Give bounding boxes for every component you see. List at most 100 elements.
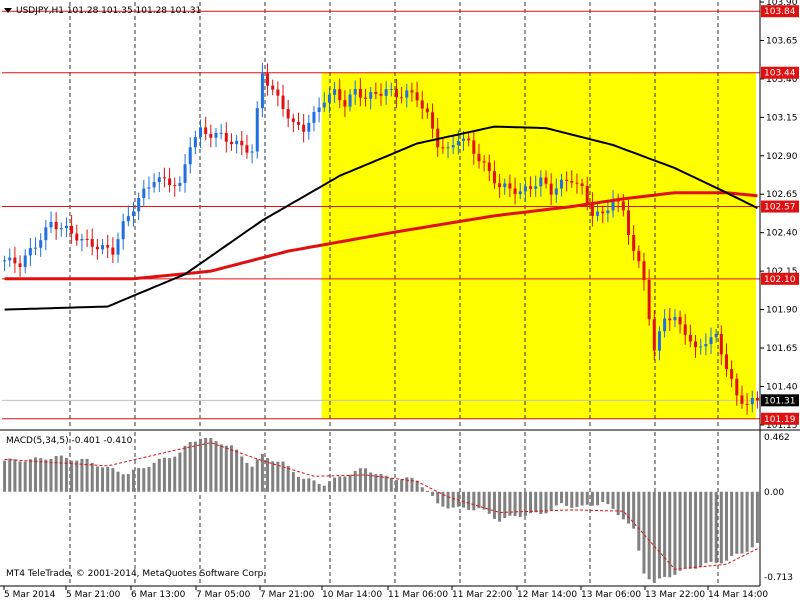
candle-body: [101, 245, 105, 250]
candle-body: [18, 263, 22, 268]
macd-bar: [327, 481, 331, 492]
candle-body: [394, 89, 398, 98]
candle-body: [235, 140, 239, 145]
candle-body: [168, 178, 172, 186]
macd-bar: [209, 438, 213, 492]
macd-bar: [565, 491, 569, 506]
candle-body: [188, 147, 192, 165]
candle-body: [358, 88, 362, 98]
macd-bar: [611, 491, 615, 509]
macd-y-label: 0.462: [764, 433, 790, 443]
candle-body: [719, 333, 723, 355]
candle-body: [59, 228, 63, 230]
candle-body: [735, 378, 739, 396]
candle-body: [740, 395, 744, 404]
candle-body: [13, 257, 17, 264]
candle-body: [302, 124, 306, 132]
candle-body: [307, 122, 311, 132]
x-tick-label: 11 Mar 06:00: [388, 590, 448, 600]
macd-bar: [590, 491, 594, 506]
candle-body: [699, 346, 703, 348]
macd-bar: [632, 491, 636, 529]
triangle-down-icon[interactable]: [4, 8, 12, 13]
candle-body: [343, 100, 347, 107]
macd-bar: [425, 490, 429, 492]
macd-bar: [131, 469, 135, 492]
macd-bar: [472, 491, 476, 511]
candle-body: [627, 210, 631, 235]
macd-bar: [307, 478, 311, 492]
macd-bar: [111, 468, 115, 492]
macd-bar: [492, 491, 496, 519]
x-tick-label: 5 Mar 21:00: [66, 590, 121, 600]
candle-body: [642, 261, 646, 281]
candle-body: [240, 140, 244, 146]
macd-bar: [616, 491, 620, 516]
candle-body: [523, 186, 527, 192]
macd-bar: [724, 491, 728, 561]
macd-bar: [90, 462, 94, 492]
macd-bar: [302, 478, 306, 492]
y-tick-label: 102.90: [766, 152, 798, 162]
candle-body: [503, 183, 507, 188]
candle-body: [601, 211, 605, 214]
macd-bar: [596, 491, 600, 506]
candle-body: [714, 333, 718, 338]
macd-bar: [157, 458, 161, 492]
candle-body: [8, 257, 12, 261]
candle-body: [28, 248, 32, 256]
candle-body: [224, 132, 228, 142]
candle-body: [85, 238, 89, 240]
macd-bar: [333, 477, 337, 492]
candle-body: [559, 179, 563, 189]
x-tick-label: 6 Mar 13:00: [131, 590, 186, 600]
macd-bar: [8, 458, 12, 492]
candle-body: [183, 164, 187, 183]
macd-bar: [152, 462, 156, 492]
macd-bar: [410, 477, 414, 492]
candle-body: [472, 140, 476, 154]
macd-bar: [405, 477, 409, 492]
macd-bar: [204, 437, 208, 492]
candle-body: [456, 140, 460, 146]
x-tick-label: 11 Mar 22:00: [452, 590, 512, 600]
macd-bar: [503, 491, 507, 519]
macd-bar: [513, 491, 517, 517]
candle-body: [23, 255, 27, 268]
x-tick-label: 12 Mar 14:00: [517, 590, 577, 600]
candle-body: [214, 132, 218, 138]
candle-body: [70, 225, 74, 234]
macd-bar: [570, 491, 574, 508]
candle-body: [694, 341, 698, 348]
trading-chart[interactable]: 103.90103.65103.40103.15102.90102.65102.…: [0, 0, 800, 600]
candle-body: [668, 318, 672, 321]
macd-bar: [487, 491, 491, 514]
macd-bar: [18, 461, 22, 492]
candle-body: [575, 182, 579, 184]
highlight-zone: [321, 72, 756, 419]
candle-body: [204, 127, 208, 134]
macd-bar: [276, 461, 280, 492]
y-tick-label: 101.40: [766, 382, 798, 392]
candle-body: [369, 92, 373, 99]
macd-bar: [260, 453, 264, 492]
macd-bar: [699, 491, 703, 567]
macd-bar: [694, 491, 698, 569]
macd-bar: [559, 491, 563, 504]
macd-bar: [364, 468, 368, 492]
macd-bar: [482, 491, 486, 510]
macd-bar: [281, 461, 285, 492]
candle-body: [64, 225, 68, 229]
candle-body: [142, 188, 146, 199]
candle-body: [647, 280, 651, 320]
candle-body: [678, 316, 682, 325]
candle-body: [462, 138, 466, 141]
x-tick-label: 13 Mar 22:00: [645, 590, 705, 600]
candle-body: [286, 109, 290, 119]
candle-body: [482, 161, 486, 163]
y-tick-label: 102.40: [766, 229, 798, 239]
candle-body: [724, 354, 728, 370]
macd-bar: [663, 491, 667, 577]
macd-bar: [668, 491, 672, 578]
macd-bar: [101, 467, 105, 492]
